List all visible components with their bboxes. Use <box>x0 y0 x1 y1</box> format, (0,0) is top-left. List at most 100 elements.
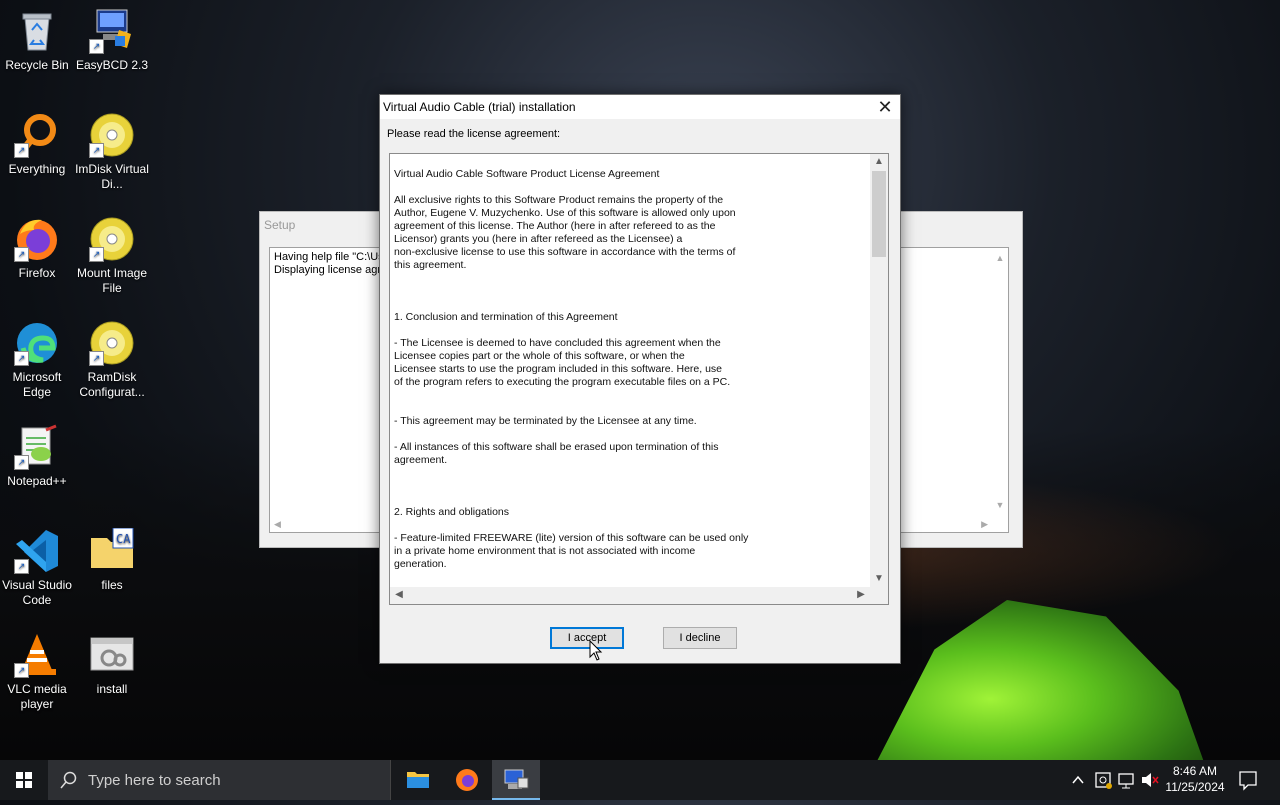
desktop-icon-label: EasyBCD 2.3 <box>75 58 149 72</box>
desktop-icon-edge[interactable]: ↗ Microsoft Edge <box>0 320 74 400</box>
desktop-icon-ramdisk[interactable]: ↗ RamDisk Configurat... <box>75 320 149 400</box>
setup-vertical-scrollbar[interactable]: ▲ ▼ <box>992 248 1008 516</box>
desktop-icon-notepadpp[interactable]: ↗ Notepad++ <box>0 424 74 489</box>
ramdisk-icon: ↗ <box>89 320 135 366</box>
desktop-icon-vlc[interactable]: ↗ VLC media player <box>0 632 74 712</box>
license-horizontal-scrollbar[interactable]: ◀ ▶ <box>390 587 870 604</box>
shortcut-arrow-icon: ↗ <box>14 663 29 678</box>
firefox-icon: ↗ <box>14 216 60 262</box>
svg-text:CA: CA <box>116 532 131 546</box>
firefox-icon <box>456 769 478 791</box>
taskbar-installer[interactable] <box>492 760 540 800</box>
desktop-icon-files[interactable]: CA files <box>75 527 149 593</box>
file-explorer-icon <box>407 772 429 788</box>
license-prompt: Please read the license agreement: <box>387 128 561 140</box>
install-icon <box>89 632 135 678</box>
taskbar: Type here to search 8:46 AM 11/25/2024 <box>0 760 1280 800</box>
volume-muted-icon <box>1142 773 1159 787</box>
taskbar-file-explorer[interactable] <box>394 760 442 800</box>
everything-icon: ↗ <box>14 112 60 158</box>
mouse-cursor-icon <box>589 639 603 667</box>
license-section-heading: 2. Rights and obligations <box>394 506 509 518</box>
desktop-icon-mount-image[interactable]: ↗ Mount Image File <box>75 216 149 296</box>
scroll-down-arrow-icon[interactable]: ▼ <box>870 571 888 587</box>
taskbar-clock[interactable]: 8:46 AM 11/25/2024 <box>1160 763 1230 795</box>
scroll-left-arrow-icon[interactable]: ◀ <box>390 587 408 603</box>
mount-image-icon: ↗ <box>89 216 135 262</box>
accept-button[interactable]: I accept <box>550 627 624 649</box>
shortcut-arrow-icon: ↗ <box>14 455 29 470</box>
license-dialog[interactable]: Virtual Audio Cable (trial) installation… <box>379 94 901 664</box>
tray-security[interactable] <box>1092 760 1114 800</box>
shortcut-arrow-icon: ↗ <box>89 39 104 54</box>
desktop-icon-vscode[interactable]: ↗ Visual Studio Code <box>0 528 74 608</box>
vscode-icon: ↗ <box>14 528 60 574</box>
clock-date: 11/25/2024 <box>1165 780 1225 794</box>
desktop-icon-recycle-bin[interactable]: Recycle Bin <box>0 8 74 73</box>
desktop-icon-label: install <box>96 682 128 696</box>
folder-icon: CA <box>89 527 135 574</box>
desktop-icon-label: Everything <box>8 162 66 176</box>
desktop-icon-label: Notepad++ <box>7 474 67 488</box>
desktop-icon-label: Visual Studio Code <box>2 578 72 607</box>
recycle-bin-icon <box>14 8 60 54</box>
desktop-icon-label: VLC media player <box>7 682 67 711</box>
close-icon[interactable]: ✕ <box>870 95 900 119</box>
decline-button[interactable]: I decline <box>663 627 737 649</box>
tray-network[interactable] <box>1116 760 1138 800</box>
desktop-icon-label: Recycle Bin <box>5 58 69 72</box>
license-paragraph: - This agreement may be terminated by th… <box>394 415 697 427</box>
dialog-title-bar: Virtual Audio Cable (trial) installation… <box>380 95 900 119</box>
license-paragraph: - The Licensee is deemed to have conclud… <box>394 337 731 388</box>
show-hidden-icons-button[interactable] <box>1068 760 1088 800</box>
scroll-right-arrow-icon[interactable]: ▶ <box>981 518 988 531</box>
license-text: Virtual Audio Cable Software Product Lic… <box>394 168 866 571</box>
vlc-icon: ↗ <box>14 632 60 678</box>
desktop-icon-label: Microsoft Edge <box>12 370 62 399</box>
dialog-title: Virtual Audio Cable (trial) installation <box>383 100 576 114</box>
shortcut-arrow-icon: ↗ <box>14 559 29 574</box>
scroll-left-arrow-icon[interactable]: ◀ <box>274 518 281 531</box>
desktop-icon-label: Firefox <box>18 266 56 280</box>
desktop-icon-easybcd[interactable]: ↗ EasyBCD 2.3 <box>75 8 149 73</box>
license-paragraph: All exclusive rights to this Software Pr… <box>394 194 736 271</box>
security-center-icon <box>1095 772 1112 789</box>
tray-volume[interactable] <box>1139 760 1161 800</box>
shortcut-arrow-icon: ↗ <box>89 247 104 262</box>
taskbar-search-box[interactable]: Type here to search <box>48 760 391 800</box>
desktop-icon-install[interactable]: install <box>75 632 149 697</box>
desktop-icon-everything[interactable]: ↗ Everything <box>0 112 74 177</box>
scrollbar-thumb[interactable] <box>872 171 886 257</box>
edge-icon: ↗ <box>14 320 60 366</box>
shortcut-arrow-icon: ↗ <box>89 351 104 366</box>
imdisk-icon: ↗ <box>89 112 135 158</box>
windows-logo-icon <box>16 772 32 788</box>
taskbar-firefox[interactable] <box>443 760 491 800</box>
start-button[interactable] <box>0 760 48 800</box>
scroll-up-arrow-icon[interactable]: ▲ <box>992 252 1008 265</box>
license-paragraph: - Feature-limited FREEWARE (lite) versio… <box>394 532 749 570</box>
installer-icon <box>504 769 529 789</box>
license-vertical-scrollbar[interactable]: ▲ ▼ <box>870 154 888 587</box>
shortcut-arrow-icon: ↗ <box>14 247 29 262</box>
network-icon <box>1118 773 1134 789</box>
desktop-icon-label: files <box>101 578 123 592</box>
license-text-box[interactable]: Virtual Audio Cable Software Product Lic… <box>389 153 889 605</box>
desktop-icon-imdisk[interactable]: ↗ ImDisk Virtual Di... <box>75 112 149 192</box>
action-center-button[interactable] <box>1236 760 1260 800</box>
notepadpp-icon: ↗ <box>14 424 60 470</box>
desktop-icon-firefox[interactable]: ↗ Firefox <box>0 216 74 281</box>
license-paragraph: - All instances of this software shall b… <box>394 441 719 466</box>
search-placeholder: Type here to search <box>88 772 221 789</box>
search-icon <box>60 771 77 789</box>
chevron-up-icon <box>1072 775 1084 784</box>
desktop-icon-label: RamDisk Configurat... <box>79 370 145 399</box>
scroll-up-arrow-icon[interactable]: ▲ <box>870 154 888 170</box>
scroll-right-arrow-icon[interactable]: ▶ <box>852 587 870 603</box>
license-section-heading: 1. Conclusion and termination of this Ag… <box>394 311 618 323</box>
desktop-icon-label: ImDisk Virtual Di... <box>75 162 149 191</box>
scroll-down-arrow-icon[interactable]: ▼ <box>992 499 1008 512</box>
scrollbar-corner <box>870 587 888 604</box>
notification-icon <box>1239 771 1257 791</box>
shortcut-arrow-icon: ↗ <box>14 351 29 366</box>
